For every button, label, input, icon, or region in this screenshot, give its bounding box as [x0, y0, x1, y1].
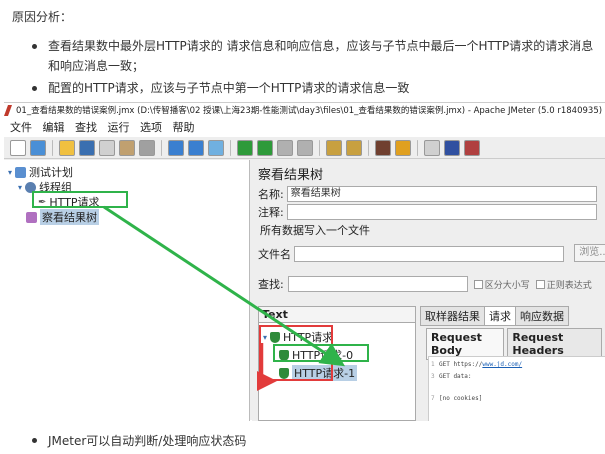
footer-bullet: JMeter可以自动判断/处理响应状态码 — [32, 432, 246, 449]
analysis-bullets: 查看结果数中最外层HTTP请求的 请求信息和响应信息，应该与子节点中最后一个HT… — [32, 36, 597, 100]
cause-analysis-heading: 原因分析： — [12, 10, 73, 24]
red-arrow — [257, 343, 277, 391]
annotation-arrows — [103, 205, 346, 391]
bullet-item: 查看结果数中最外层HTTP请求的 请求信息和响应信息，应该与子节点中最后一个HT… — [32, 36, 597, 76]
bullet-item: 配置的HTTP请求，应该与子节点中第一个HTTP请求的请求信息一致 — [32, 78, 597, 98]
green-arrow — [103, 205, 346, 367]
jmeter-window: 01_查看结果数的错误案例.jmx (D:\传智播客\02 授课\上海23期-性… — [4, 102, 605, 421]
